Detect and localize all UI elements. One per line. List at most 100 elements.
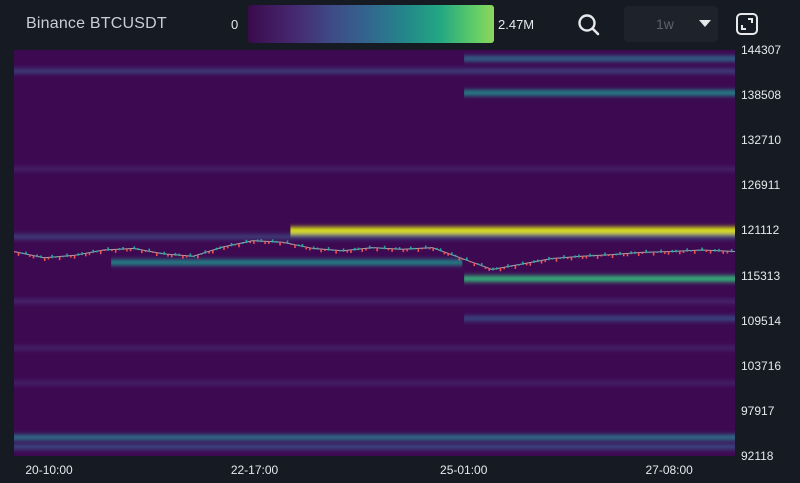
candle [563, 255, 565, 259]
candle [559, 257, 562, 259]
expand-button[interactable] [735, 12, 759, 36]
y-tick-label: 132710 [741, 133, 782, 148]
candle [607, 254, 610, 257]
candle [305, 246, 307, 250]
candle [28, 254, 31, 257]
candle [21, 252, 24, 255]
y-tick-label: 103716 [741, 358, 782, 373]
candle [645, 249, 647, 254]
candle [215, 247, 218, 251]
y-tick-label: 97917 [741, 403, 775, 418]
candle [424, 245, 427, 250]
candle [600, 255, 603, 257]
liquidity-band [464, 275, 735, 282]
candle [14, 251, 16, 253]
candle [589, 253, 591, 257]
candle [335, 250, 337, 254]
liquidity-band [14, 68, 735, 74]
candle [47, 257, 50, 260]
candle [365, 248, 367, 251]
liquidity-band [290, 227, 735, 235]
candle [66, 253, 68, 258]
candle [286, 240, 289, 244]
candle [279, 242, 281, 246]
candle [260, 239, 263, 243]
candle [193, 256, 195, 258]
candle [421, 248, 423, 250]
liquidity-band [464, 55, 735, 62]
timeframe-value: 1w [656, 16, 674, 32]
candle [144, 250, 147, 252]
x-tick-label: 27-08:00 [645, 463, 693, 477]
toolbar: Binance BTCUSDT 0 2.47M 1w [0, 0, 800, 48]
candle [312, 246, 315, 250]
candle [155, 252, 158, 256]
candle [96, 250, 98, 253]
liquidity-band [14, 380, 735, 386]
candle [320, 249, 322, 253]
candle [492, 267, 494, 271]
candle [327, 247, 330, 251]
liquidity-band [14, 234, 735, 240]
candle [174, 252, 177, 256]
liquidity-band [14, 345, 735, 351]
candle [391, 248, 393, 252]
candle [436, 247, 438, 251]
candle [466, 257, 468, 261]
candle [510, 265, 513, 268]
candle [709, 250, 712, 254]
candle [77, 253, 80, 256]
candle [324, 249, 326, 251]
candle [693, 250, 696, 254]
candle [309, 247, 311, 251]
candle [518, 264, 520, 266]
candle [432, 247, 435, 252]
liquidity-band [14, 444, 735, 450]
candle [690, 250, 692, 252]
candle [264, 241, 266, 245]
candle [245, 239, 248, 244]
x-tick-label: 20-10:00 [25, 463, 73, 477]
candle [282, 242, 285, 244]
candle [537, 259, 539, 263]
candle [339, 249, 341, 252]
candle [652, 252, 655, 256]
candle [223, 246, 225, 250]
candle [548, 256, 550, 261]
candle [17, 252, 20, 256]
candle [626, 253, 629, 257]
liquidity-band [111, 259, 463, 266]
candle [372, 247, 375, 249]
heatmap-chart[interactable] [0, 48, 800, 483]
candle [99, 250, 102, 255]
color-scale-max-label: 2.47M [498, 17, 535, 32]
candle [275, 240, 278, 243]
candle [226, 246, 229, 249]
candle [342, 248, 345, 252]
candle [253, 240, 255, 244]
candle [301, 243, 304, 248]
candle [451, 252, 453, 256]
candle [346, 250, 349, 253]
candle [36, 254, 39, 258]
candle [368, 245, 371, 250]
candle [395, 247, 397, 250]
candle [103, 249, 106, 252]
candle [637, 252, 640, 256]
candle [406, 249, 408, 252]
candle [649, 252, 651, 254]
candle [62, 256, 65, 258]
candle [454, 254, 457, 257]
search-button[interactable] [576, 12, 602, 38]
candle [686, 248, 689, 252]
candle [555, 258, 558, 262]
timeframe-select[interactable]: 1w [624, 6, 718, 42]
chevron-down-icon [699, 20, 711, 27]
candle [713, 249, 716, 252]
candle [495, 267, 498, 270]
y-tick-label: 121112 [741, 223, 780, 238]
candle [182, 255, 184, 259]
candle [256, 239, 259, 242]
candle [148, 248, 151, 253]
y-tick-label: 115313 [741, 268, 781, 283]
